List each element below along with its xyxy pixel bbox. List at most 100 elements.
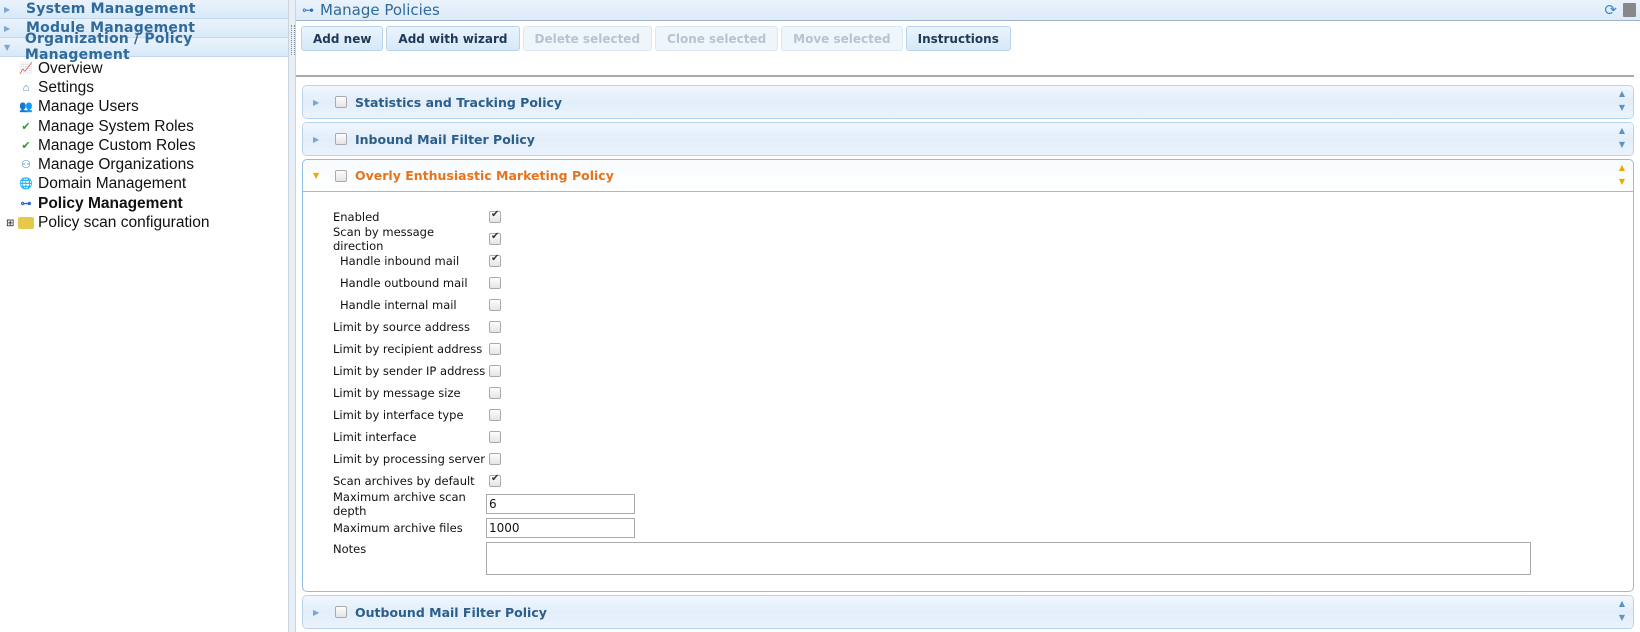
- policy-title: Overly Enthusiastic Marketing Policy: [355, 168, 614, 183]
- nav-label: Policy Management: [38, 194, 183, 212]
- chart-icon: 📈: [19, 62, 33, 75]
- field-label: Handle internal mail: [340, 298, 457, 312]
- move-up-icon[interactable]: ▲: [1619, 127, 1625, 135]
- move-up-icon[interactable]: ▲: [1619, 600, 1625, 608]
- max-archive-depth-input[interactable]: 6: [486, 494, 635, 514]
- section-label: System Management: [26, 1, 196, 17]
- move-down-icon[interactable]: ▼: [1619, 614, 1625, 622]
- nav-tree: 📈 Overview ⌂ Settings 👥 Manage Users ✔ Manag…: [0, 57, 288, 233]
- pane-splitter[interactable]: [288, 0, 296, 632]
- move-up-icon[interactable]: ▲: [1619, 164, 1625, 172]
- collapse-icon[interactable]: ▼: [313, 171, 335, 180]
- field-label: Limit by recipient address: [333, 342, 483, 356]
- add-with-wizard-button[interactable]: Add with wizard: [386, 26, 520, 51]
- nav-organizations[interactable]: ⚇ Manage Organizations: [0, 155, 288, 174]
- field-label: Handle inbound mail: [340, 254, 460, 268]
- field-label: Enabled: [333, 210, 380, 224]
- folder-icon: [18, 217, 34, 230]
- nav-label: Overview: [38, 59, 103, 77]
- field-checkbox[interactable]: [489, 431, 501, 443]
- field-checkbox[interactable]: [489, 365, 501, 377]
- form-row: Maximum archive files 1000: [333, 516, 1633, 540]
- form-row: Handle inbound mail: [333, 250, 1633, 272]
- field-checkbox[interactable]: [489, 387, 501, 399]
- field-label: Limit by message size: [333, 386, 461, 400]
- move-down-icon[interactable]: ▼: [1619, 141, 1625, 149]
- field-checkbox[interactable]: [489, 299, 501, 311]
- delete-selected-button[interactable]: Delete selected: [522, 26, 653, 51]
- nav-policy-management[interactable]: ⊶ Policy Management: [0, 194, 288, 213]
- title-bar: ⊶ Manage Policies ⟳: [296, 0, 1640, 21]
- policy-icon: ⊶: [20, 197, 32, 210]
- form-row: Limit by processing server: [333, 448, 1633, 470]
- policy-checkbox[interactable]: [335, 169, 347, 182]
- refresh-icon[interactable]: ⟳: [1604, 1, 1617, 19]
- max-archive-files-input[interactable]: 1000: [486, 518, 635, 538]
- field-checkbox[interactable]: [489, 409, 501, 421]
- nav-policy-scan-config[interactable]: ⊞ Policy scan configuration: [0, 213, 288, 232]
- nav-custom-roles[interactable]: ✔ Manage Custom Roles: [0, 136, 288, 155]
- expand-icon[interactable]: ▶: [313, 135, 335, 144]
- field-label: Maximum archive files: [333, 521, 463, 535]
- nav-label: Manage Users: [38, 98, 139, 116]
- policy-checkbox[interactable]: [335, 606, 347, 618]
- toolbar: Add new Add with wizard Delete selected …: [296, 21, 1634, 77]
- field-checkbox[interactable]: [489, 473, 501, 487]
- policy-title: Statistics and Tracking Policy: [355, 94, 563, 110]
- globe-icon: 🌐: [19, 178, 33, 191]
- policy-panel: ▶ Statistics and Tracking Policy ▲ ▼: [302, 85, 1634, 119]
- field-checkbox[interactable]: [489, 453, 501, 465]
- policy-panel: ▶ Outbound Mail Filter Policy ▲ ▼: [302, 595, 1634, 629]
- form-row: Notes: [333, 542, 1633, 575]
- expand-plus-icon[interactable]: ⊞: [6, 218, 18, 229]
- expand-icon[interactable]: ▶: [313, 98, 335, 107]
- expand-icon[interactable]: ▶: [313, 608, 335, 617]
- form-row: Limit by message size: [333, 382, 1633, 404]
- field-label: Limit by interface type: [333, 408, 464, 422]
- field-checkbox[interactable]: [489, 209, 501, 223]
- field-checkbox[interactable]: [489, 231, 501, 245]
- nav-system-roles[interactable]: ✔ Manage System Roles: [0, 117, 288, 136]
- policy-checkbox[interactable]: [335, 96, 347, 108]
- policy-header[interactable]: ▼ Overly Enthusiastic Marketing Policy: [303, 160, 1633, 192]
- move-down-icon[interactable]: ▼: [1619, 104, 1625, 112]
- field-checkbox[interactable]: [489, 343, 501, 355]
- section-system-management[interactable]: ▶ System Management: [0, 0, 288, 19]
- notes-textarea[interactable]: [486, 542, 1531, 575]
- policy-header[interactable]: ▶ Statistics and Tracking Policy: [303, 86, 1633, 118]
- field-checkbox[interactable]: [489, 253, 501, 267]
- nav-label: Policy scan configuration: [38, 214, 210, 232]
- move-down-icon[interactable]: ▼: [1619, 178, 1625, 186]
- clone-selected-button[interactable]: Clone selected: [655, 26, 779, 51]
- field-label: Limit by sender IP address: [333, 364, 486, 378]
- field-label: Limit by source address: [333, 320, 470, 334]
- form-row: Handle outbound mail: [333, 272, 1633, 294]
- nav-domain-management[interactable]: 🌐 Domain Management: [0, 175, 288, 194]
- form-row: Limit interface: [333, 426, 1633, 448]
- save-icon[interactable]: [1623, 3, 1636, 17]
- policy-header[interactable]: ▶ Outbound Mail Filter Policy: [303, 596, 1633, 628]
- field-label: Scan archives by default: [333, 474, 475, 488]
- add-new-button[interactable]: Add new: [301, 26, 384, 51]
- main-pane: ⊶ Manage Policies ⟳ Add new Add with wiz…: [296, 0, 1640, 632]
- policy-header[interactable]: ▶ Inbound Mail Filter Policy: [303, 123, 1633, 155]
- field-checkbox[interactable]: [489, 277, 501, 289]
- nav-settings[interactable]: ⌂ Settings: [0, 78, 288, 97]
- policy-checkbox[interactable]: [335, 133, 347, 145]
- form-row: Limit by sender IP address: [333, 360, 1633, 382]
- organizations-icon: ⚇: [21, 159, 31, 172]
- role-icon: ✔: [21, 120, 31, 133]
- page-title: Manage Policies: [320, 1, 440, 19]
- move-selected-button[interactable]: Move selected: [781, 26, 903, 51]
- section-label: Organization / Policy Management: [24, 31, 193, 63]
- field-checkbox[interactable]: [489, 321, 501, 333]
- instructions-button[interactable]: Instructions: [905, 26, 1011, 51]
- move-up-icon[interactable]: ▲: [1619, 90, 1625, 98]
- form-row: Limit by recipient address: [333, 338, 1633, 360]
- expand-icon: ▶: [4, 4, 11, 14]
- nav-manage-users[interactable]: 👥 Manage Users: [0, 98, 288, 117]
- settings-home-icon: ⌂: [22, 81, 30, 94]
- field-label: Scan by message direction: [333, 225, 435, 253]
- form-row: Limit by source address: [333, 316, 1633, 338]
- section-organization-policy[interactable]: ▼ Organization / Policy Management: [0, 31, 288, 63]
